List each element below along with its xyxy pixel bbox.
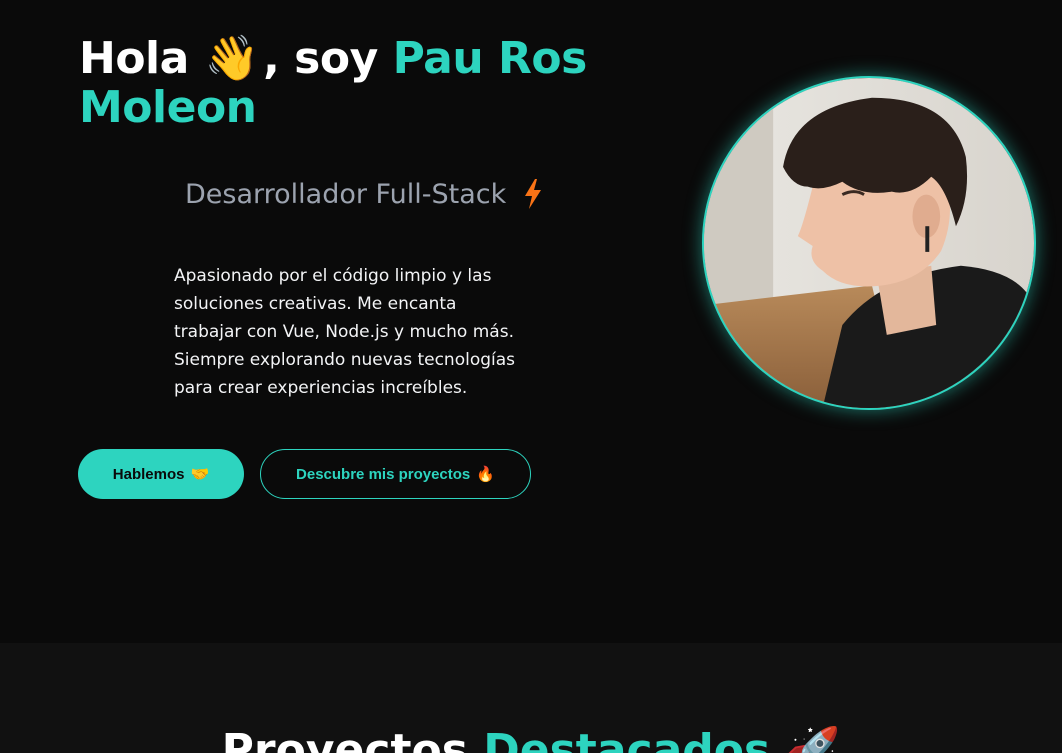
- projects-title: Proyectos Destacados 🚀: [0, 725, 1062, 753]
- name-first: Pau Ros: [392, 33, 588, 84]
- projects-button[interactable]: Descubre mis proyectos 🔥: [260, 449, 531, 499]
- fire-icon: 🔥: [476, 466, 495, 483]
- projects-title-accent: Destacados: [483, 725, 771, 753]
- hero-subtitle: Desarrollador Full-Stack: [185, 178, 544, 210]
- lightning-bolt-icon: [525, 179, 542, 209]
- hero-title: Hola 👋, soy Pau Ros Moleon: [79, 34, 639, 132]
- projects-title-main: Proyectos: [221, 725, 468, 753]
- projects-section: Proyectos Destacados 🚀: [0, 643, 1062, 753]
- soy-text: , soy: [263, 33, 378, 84]
- waving-hand-icon: 👋: [204, 33, 260, 84]
- subtitle-text: Desarrollador Full-Stack: [185, 178, 507, 210]
- projects-button-label: Descubre mis proyectos: [296, 465, 471, 483]
- rocket-icon: 🚀: [785, 725, 841, 753]
- profile-photo: [704, 78, 1034, 408]
- about-paragraph: Apasionado por el código limpio y las so…: [174, 266, 516, 398]
- talk-button[interactable]: Hablemos 🤝: [78, 449, 244, 499]
- handshake-icon: 🤝: [190, 466, 210, 483]
- name-last: Moleon: [79, 82, 257, 133]
- avatar: [702, 76, 1036, 410]
- greeting-text: Hola: [79, 33, 189, 84]
- hero-section: Hola 👋, soy Pau Ros Moleon Desarrollador …: [0, 0, 1062, 643]
- talk-button-label: Hablemos: [112, 465, 185, 483]
